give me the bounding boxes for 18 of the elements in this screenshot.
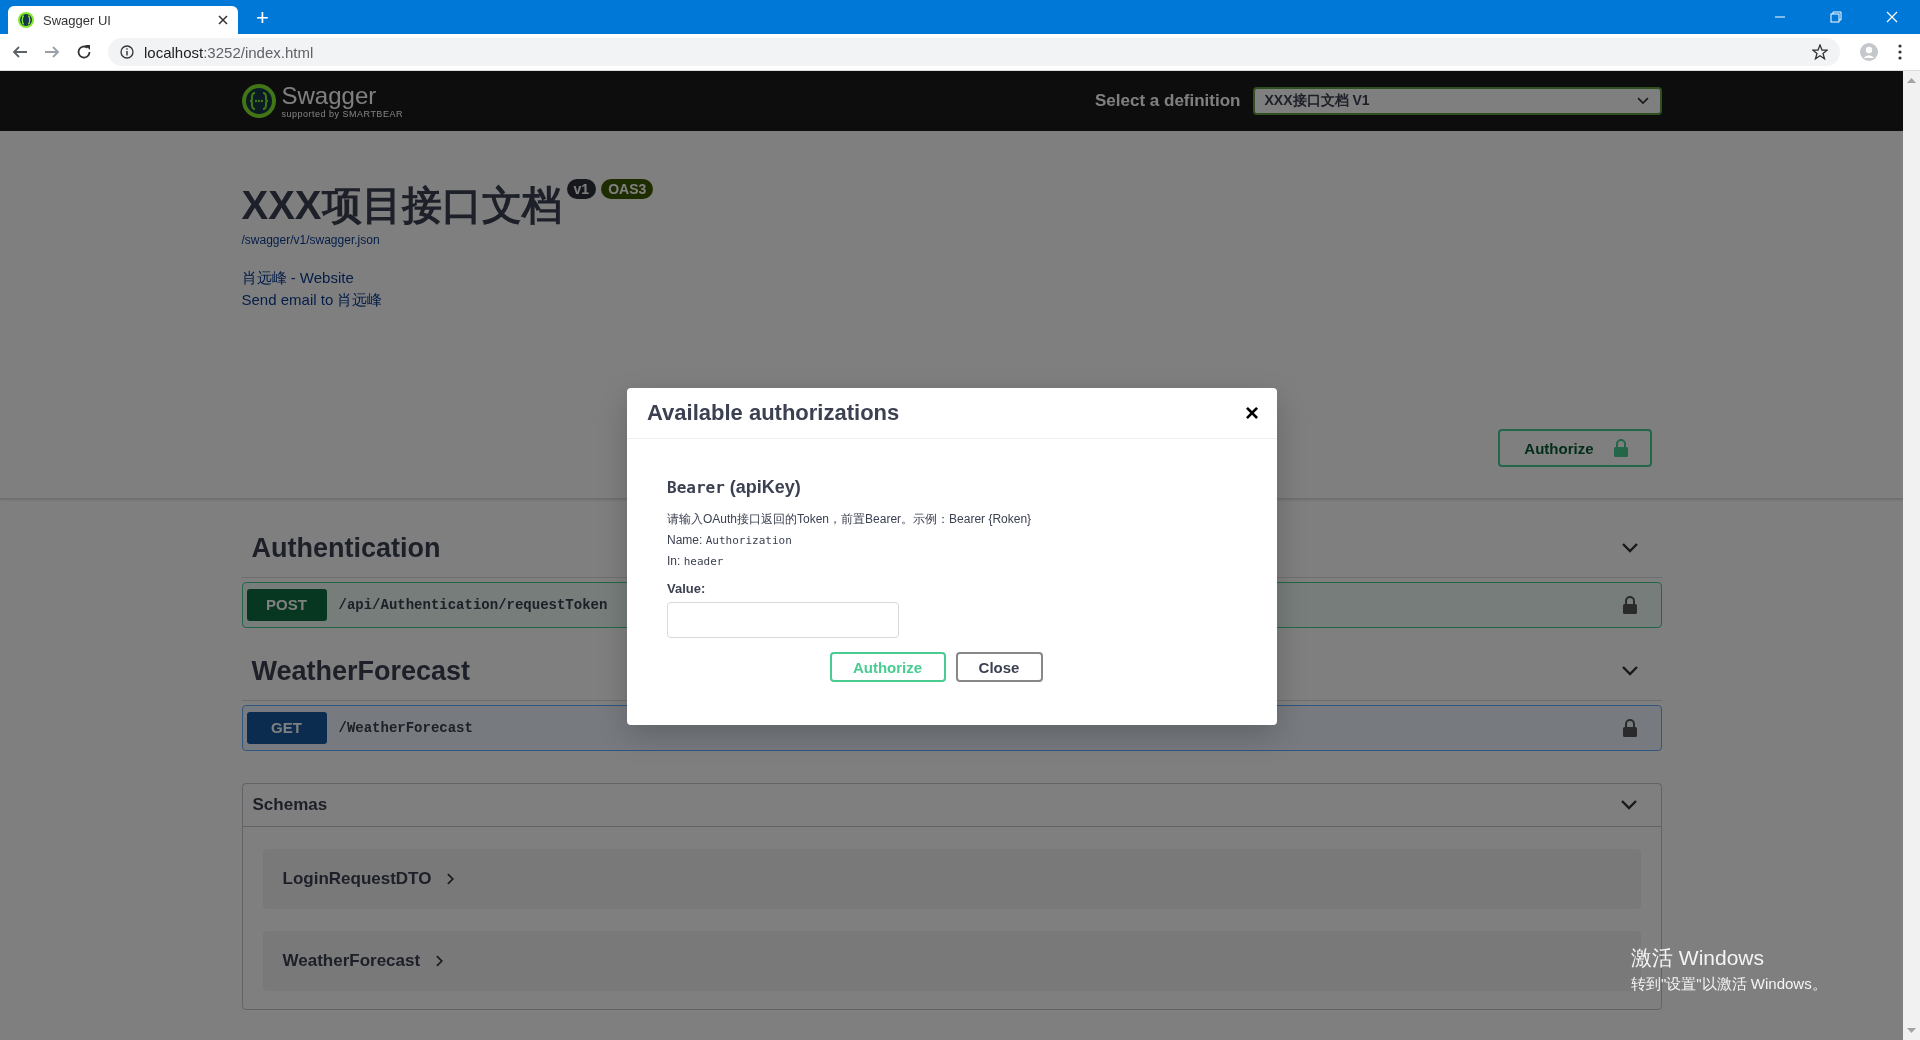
url-text: localhost:3252/index.html: [144, 43, 314, 61]
scheme-heading: Bearer (apiKey): [667, 477, 802, 498]
value-label: Value:: [667, 581, 707, 596]
method-label: GET: [246, 712, 327, 744]
version-badge: v1: [566, 179, 597, 199]
oas-badge: OAS3: [601, 179, 654, 199]
logo-text: Swagger: [281, 83, 378, 109]
in-text: In: header: [667, 554, 725, 569]
endpoint-path: /WeatherForecast: [338, 720, 473, 736]
logo-subtext: supported by SMARTBEAR: [281, 109, 403, 119]
tab-title: Swagger UI: [43, 12, 112, 28]
endpoint-path: /api/Authentication/requestToken: [338, 597, 608, 613]
definition-label: Select a definition: [1095, 91, 1241, 111]
name-text: Name: Authorization: [667, 533, 793, 548]
page-title: XXX项目接口文档: [241, 182, 562, 229]
method-label: POST: [246, 589, 327, 621]
dialog-title: Available authorizations: [647, 400, 900, 426]
description-text: 请输入OAuth接口返回的Token，前置Bearer。示例：Bearer {Roken}: [667, 512, 1033, 527]
